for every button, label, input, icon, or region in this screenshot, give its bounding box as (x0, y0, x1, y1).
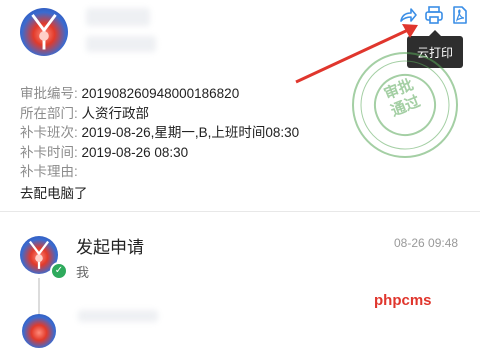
step-user: 我 (76, 265, 90, 280)
detail-row-reason: 补卡理由: (20, 162, 299, 182)
detail-label: 补卡理由: (20, 164, 78, 179)
approval-details: 审批编号: 20190826094800018682​0 所在部门: 人资行政部… (20, 84, 299, 182)
detail-label: 补卡时间: (20, 144, 78, 160)
detail-row-time: 补卡时间: 2019-08-26 08:30 (20, 143, 299, 163)
detail-label: 所在部门: (20, 105, 78, 121)
detail-row-shift: 补卡班次: 2019-08-26,星期一,B,上班时间08:30 (20, 123, 299, 143)
detail-row-department: 所在部门: 人资行政部 (20, 104, 299, 124)
step-title: 发起申请 (76, 238, 144, 257)
detail-value: 人资行政部 (81, 105, 150, 121)
avatar-logo-icon (28, 240, 50, 269)
detail-label: 补卡班次: (20, 125, 78, 140)
applicant-name-blurred (86, 8, 150, 26)
next-step-name-blurred (78, 310, 158, 322)
next-step-avatar[interactable] (22, 314, 56, 348)
detail-value: 20190826094800018682​0 (81, 86, 240, 101)
detail-label: 审批编号: (20, 86, 78, 101)
avatar-logo-icon (31, 13, 57, 50)
applicant-subtitle-blurred (86, 36, 156, 52)
applicant-avatar[interactable] (20, 8, 68, 56)
section-divider (0, 211, 480, 212)
detail-row-number: 审批编号: 20190826094800018682​0 (20, 84, 299, 104)
reason-text: 去配电脑了 (20, 186, 88, 201)
watermark-text: phpcms (374, 292, 432, 309)
detail-value: 2019-08-26,星期一,B,上班时间08:30 (81, 125, 300, 140)
status-check-icon: ✓ (50, 262, 68, 280)
pdf-icon[interactable] (450, 5, 470, 25)
step-time: 08-26 09:48 (394, 236, 459, 250)
detail-value: 2019-08-26 08:30 (81, 144, 189, 160)
